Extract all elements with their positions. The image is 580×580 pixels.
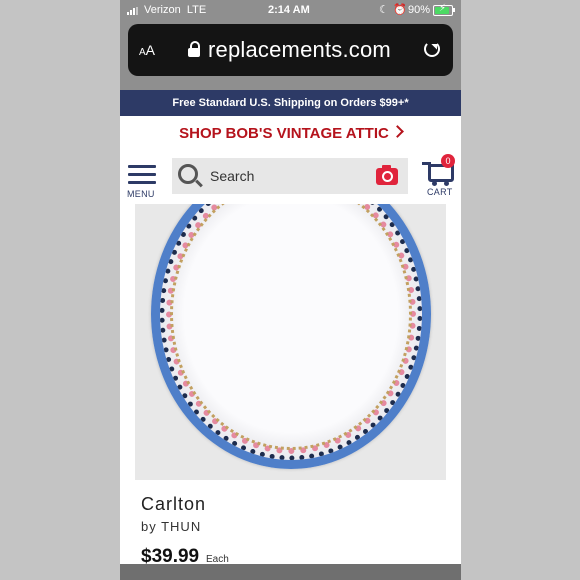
cart-count-badge: 0 [441, 154, 455, 168]
address-bar[interactable]: AA replacements.com [128, 24, 453, 76]
shop-vintage-attic-link[interactable]: SHOP BOB'S VINTAGE ATTIC [120, 116, 461, 152]
hamburger-icon [128, 165, 156, 168]
product-name[interactable]: Carlton [141, 494, 206, 515]
status-bar: Verizon LTE 2:14 AM ☾ ⏰ 90% ⚡ [120, 0, 461, 22]
chevron-right-icon [390, 125, 404, 138]
battery-icon: ⚡ [433, 3, 453, 16]
url-text[interactable]: replacements.com [208, 37, 391, 63]
clock: 2:14 AM [268, 4, 310, 16]
search-placeholder: Search [210, 168, 255, 184]
menu-button[interactable]: MENU [127, 165, 157, 201]
cart-label: CART [427, 187, 453, 197]
browser-chrome: AA replacements.com [120, 22, 461, 90]
product-image[interactable] [135, 204, 446, 480]
cart-button[interactable]: 0 CART [422, 154, 458, 200]
menu-label: MENU [127, 189, 155, 199]
alarm-icon: ⏰ [393, 4, 407, 16]
signal-icon [127, 7, 139, 15]
search-input[interactable]: Search [172, 158, 408, 194]
plate-illustration [151, 204, 431, 469]
reload-icon[interactable] [424, 41, 440, 57]
text-size-button[interactable]: AA [139, 42, 155, 58]
background-right [461, 0, 580, 580]
camera-search-icon[interactable] [376, 165, 398, 185]
do-not-disturb-icon: ☾ [379, 4, 389, 16]
battery-percent: 90% [408, 4, 431, 16]
lock-icon [188, 41, 200, 57]
carrier-label: Verizon LTE [144, 4, 207, 16]
phone-screen: Verizon LTE 2:14 AM ☾ ⏰ 90% ⚡ AA replace… [120, 0, 461, 580]
browser-toolbar [120, 564, 461, 580]
shipping-promo-banner[interactable]: Free Standard U.S. Shipping on Orders $9… [120, 90, 461, 116]
search-icon[interactable] [178, 164, 198, 184]
site-header: MENU Search 0 CART [120, 152, 461, 204]
shop-link-label: SHOP BOB'S VINTAGE ATTIC [179, 125, 389, 142]
background-left [0, 0, 120, 580]
product-card: Carlton by THUN $39.99 Each [120, 204, 461, 567]
product-brand[interactable]: by THUN [141, 519, 201, 534]
